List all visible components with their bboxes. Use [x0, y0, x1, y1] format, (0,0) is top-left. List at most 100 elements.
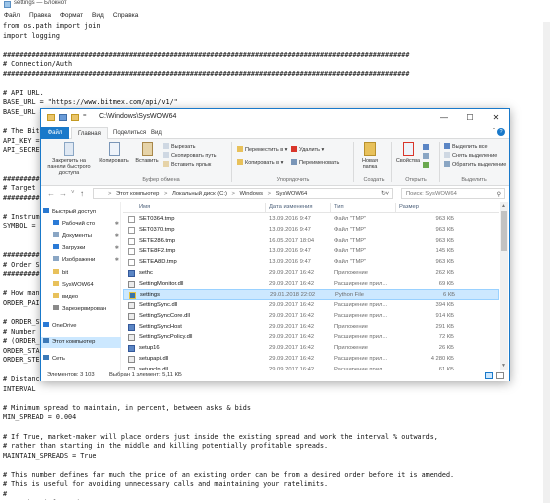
cut-button[interactable]: Вырезать: [163, 143, 195, 151]
sidebar-item[interactable]: Зарезервирован: [41, 304, 121, 315]
maximize-button[interactable]: ☐: [457, 109, 483, 125]
forward-icon[interactable]: →: [59, 189, 67, 198]
menu-file[interactable]: Файл: [4, 10, 20, 21]
file-row[interactable]: SettingSyncCore.dll 29.09.2017 16:42 Расши…: [123, 311, 499, 322]
scroll-down-icon[interactable]: ▼: [501, 363, 506, 369]
file-row[interactable]: SETE8F2.tmp 13.09.2016 9:47 Файл "TMP" 145 …: [123, 246, 499, 257]
breadcrumb-this-pc[interactable]: Этот компьютер: [116, 191, 159, 197]
breadcrumb-local-disk[interactable]: Локальный диск (C:): [172, 191, 227, 197]
breadcrumb-syswow64[interactable]: SysWOW64: [276, 191, 308, 197]
sidebar-item[interactable]: видео: [41, 292, 121, 303]
scrollbar-thumb[interactable]: [501, 211, 507, 251]
column-type[interactable]: Тип: [334, 202, 344, 213]
refresh-icon[interactable]: ↻: [381, 190, 386, 197]
sidebar-item[interactable]: Быстрый доступ: [41, 207, 121, 218]
file-row[interactable]: SettingSyncHost 29.09.2017 16:42 Приложени…: [123, 322, 499, 333]
drive-icon: [53, 305, 59, 310]
customize-quick-access-icon[interactable]: =: [83, 113, 87, 119]
column-name[interactable]: Имя: [139, 202, 150, 213]
copy-to-button[interactable]: Копировать в ▾: [237, 159, 283, 167]
select-all-button[interactable]: Выделить все: [444, 143, 488, 151]
select-none-icon: [444, 152, 450, 158]
list-vertical-scrollbar[interactable]: ▲ ▼: [500, 202, 508, 370]
dll-file-icon: [128, 366, 135, 370]
file-type: Расширение прил...: [334, 280, 388, 287]
open-options-icon[interactable]: [423, 144, 431, 152]
file-row[interactable]: sethc 29.09.2017 16:42 Приложение 262 КБ: [123, 268, 499, 279]
tab-home[interactable]: Главная: [71, 127, 108, 139]
select-none-button[interactable]: Снять выделение: [444, 152, 497, 160]
sidebar-item[interactable]: bit: [41, 268, 121, 279]
sidebar-item[interactable]: Загрузки ✱: [41, 243, 121, 254]
properties-button[interactable]: Свойства: [393, 142, 423, 164]
sidebar-item[interactable]: Изображени ✱: [41, 255, 121, 266]
text-line: # This is useful for avoiding unnecessar…: [3, 480, 329, 489]
file-row[interactable]: SET0364.tmp 13.09.2016 9:47 Файл "TMP" 963 …: [123, 214, 499, 225]
status-bar: Элементов: 3 103 Выбран 1 элемент: 5,11 …: [41, 371, 509, 381]
large-icons-view-icon[interactable]: [496, 372, 504, 379]
sidebar-item[interactable]: Сеть: [41, 354, 121, 365]
notepad-titlebar[interactable]: settings — Блокнот: [0, 0, 550, 10]
copy-path-button[interactable]: Скопировать путь: [163, 152, 217, 160]
column-divider[interactable]: [265, 203, 266, 212]
recent-locations-icon[interactable]: ˅: [71, 190, 75, 196]
edit-options-icon[interactable]: [423, 153, 431, 161]
paste-button[interactable]: Вставить: [132, 142, 162, 164]
sidebar-item[interactable]: OneDrive: [41, 321, 121, 332]
breadcrumb-windows[interactable]: Windows: [240, 191, 264, 197]
menu-edit[interactable]: Правка: [29, 10, 51, 21]
file-row[interactable]: setup16 29.09.2017 16:42 Приложение 26 КБ: [123, 343, 499, 354]
column-date[interactable]: Дата изменения: [269, 202, 313, 213]
file-row[interactable]: SETE286.tmp 16.05.2017 18:04 Файл "TMP" 963…: [123, 236, 499, 247]
sidebar-item[interactable]: Документы ✱: [41, 231, 121, 242]
details-view-icon[interactable]: [485, 372, 493, 379]
column-divider[interactable]: [395, 203, 396, 212]
invert-selection-button[interactable]: Обратить выделение: [444, 161, 506, 169]
file-row[interactable]: SettingMonitor.dll 29.09.2017 16:42 Расшир…: [123, 279, 499, 290]
new-folder-button[interactable]: Новая папка: [357, 142, 383, 170]
copy-button[interactable]: Копировать: [97, 142, 131, 164]
delete-button[interactable]: Удалить ▾: [291, 146, 324, 154]
notepad-title: settings — Блокнот: [14, 0, 67, 6]
sidebar-item[interactable]: SysWOW64: [41, 280, 121, 291]
up-icon[interactable]: ↑: [80, 189, 84, 198]
sidebar-item[interactable]: Этот компьютер: [41, 337, 121, 348]
pin-quick-access-button[interactable]: Закрепить на панели быстрого доступа: [43, 142, 95, 176]
address-bar[interactable]: > Этот компьютер > Локальный диск (C:) >…: [93, 188, 393, 199]
file-row[interactable]: SettingSync.dll 29.09.2017 16:42 Расширени…: [123, 300, 499, 311]
new-folder-icon[interactable]: [71, 114, 79, 121]
back-icon[interactable]: ←: [47, 189, 55, 198]
ribbon-collapse-icon[interactable]: ˇ: [493, 129, 495, 135]
file-row[interactable]: SETEA8D.tmp 13.09.2016 9:47 Файл "TMP" 963 …: [123, 257, 499, 268]
file-type: Файл "TMP": [334, 216, 367, 222]
scroll-up-icon[interactable]: ▲: [501, 203, 506, 209]
file-row[interactable]: SettingSyncPolicy.dll 29.09.2017 16:42 Рас…: [123, 332, 499, 343]
paste-shortcut-button[interactable]: Вставить ярлык: [163, 161, 211, 169]
explorer-titlebar[interactable]: = C:\Windows\SysWOW64 — ☐ ✕: [41, 109, 509, 127]
file-row[interactable]: SET0370.tmp 13.09.2016 9:47 Файл "TMP" 963 …: [123, 225, 499, 236]
address-dropdown-icon[interactable]: ˅: [386, 189, 389, 199]
tab-view[interactable]: Вид: [145, 127, 168, 139]
tab-file[interactable]: Файл: [41, 127, 69, 139]
history-options-icon[interactable]: [423, 162, 431, 170]
menu-format[interactable]: Формат: [60, 10, 83, 21]
sidebar-item[interactable]: Рабочий сто ✱: [41, 219, 121, 230]
file-size: 963 КБ: [435, 237, 454, 244]
move-to-button[interactable]: Переместить в ▾: [237, 146, 287, 154]
help-icon[interactable]: ?: [497, 128, 505, 136]
menu-help[interactable]: Справка: [113, 10, 139, 21]
rename-button[interactable]: Переименовать: [291, 159, 339, 167]
file-row[interactable]: settings 29.01.2018 22:02 Python File 6 КБ: [123, 289, 499, 300]
file-row[interactable]: setupcln.dll 29.09.2017 16:42 Расширение п…: [123, 365, 499, 370]
column-divider[interactable]: [330, 203, 331, 212]
minimize-button[interactable]: —: [431, 109, 457, 125]
select-none-label: Снять выделение: [452, 153, 498, 159]
close-button[interactable]: ✕: [483, 109, 509, 125]
properties-icon[interactable]: [59, 114, 67, 121]
column-size[interactable]: Размер: [399, 202, 419, 213]
search-input[interactable]: Поиск: SysWOW64 ⚲: [401, 188, 505, 199]
notepad-vertical-scrollbar[interactable]: [543, 22, 550, 503]
cut-label: Вырезать: [171, 144, 196, 150]
menu-view[interactable]: Вид: [92, 10, 104, 21]
file-row[interactable]: setupapi.dll 29.09.2017 16:42 Расширение п…: [123, 354, 499, 365]
